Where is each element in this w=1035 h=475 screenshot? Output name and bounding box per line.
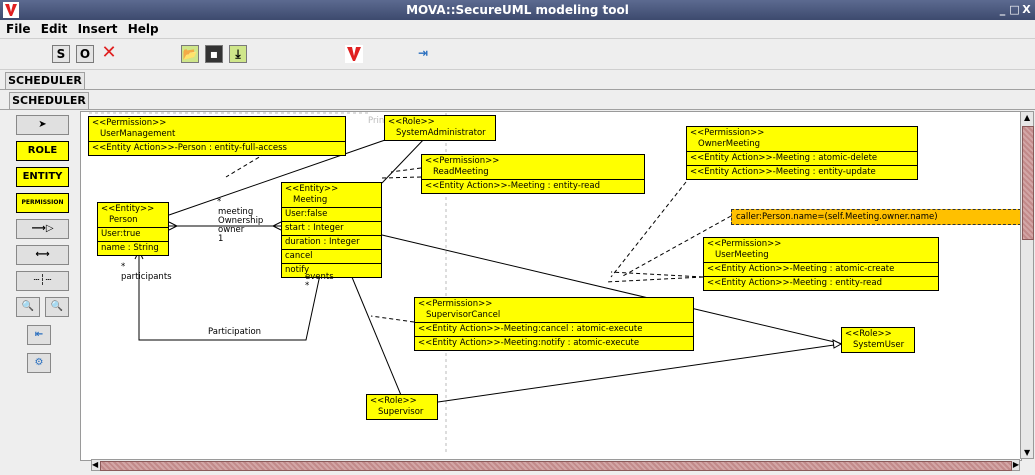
open-model-icon[interactable]: O — [76, 45, 94, 63]
properties-icon[interactable]: ⚙ — [27, 353, 51, 373]
permission-user-management[interactable]: <<Permission>> UserManagement <<Entity Ac… — [88, 116, 346, 156]
window-title: MOVA::SecureUML modeling tool — [406, 3, 629, 17]
box-row: <<Entity Action>>-Meeting : entity-read — [425, 181, 600, 191]
mova-logo-icon[interactable] — [345, 45, 363, 63]
scroll-right-icon[interactable]: ▶ — [1013, 460, 1019, 469]
minimize-button[interactable]: _ — [997, 3, 1009, 16]
association-arrow-icon[interactable]: ⟷ — [16, 245, 69, 265]
save-icon[interactable]: ▪ — [205, 45, 223, 63]
box-stereotype: <<Permission>> — [707, 239, 782, 249]
generalization-arrow-icon[interactable]: ⟶▷ — [16, 219, 69, 239]
toolbar: S O ✕ 📂 ▪ ⤓ ⇥ — [0, 39, 1035, 70]
tab-scheduler-inner[interactable]: SCHEDULER — [9, 92, 89, 109]
scroll-left-icon[interactable]: ◀ — [92, 460, 98, 469]
vertical-scroll-thumb[interactable] — [1022, 126, 1034, 240]
print-page-label: Prin — [368, 116, 385, 126]
menu-help[interactable]: Help — [128, 22, 159, 36]
link-sysadmin-meeting — [381, 136, 427, 184]
box-stereotype: <<Permission>> — [418, 299, 493, 309]
menu-edit[interactable]: Edit — [41, 22, 68, 36]
box-name: SystemUser — [853, 340, 905, 350]
entity-tool-button[interactable]: ENTITY — [16, 167, 69, 187]
box-name: Meeting — [293, 195, 328, 205]
select-pointer-icon[interactable]: ➤ — [16, 115, 69, 135]
save-model-icon[interactable]: S — [52, 45, 70, 63]
assoc-role-events: events — [305, 272, 334, 282]
tab-divider — [0, 89, 1035, 90]
box-row: <<Entity Action>>-Person : entity-full-a… — [92, 143, 287, 153]
diagram-canvas[interactable]: Prin <<Permission>> UserManagement <<Enti… — [80, 111, 1022, 461]
box-name: SupervisorCancel — [426, 310, 501, 320]
box-row: <<Entity Action>>-Meeting : atomic-creat… — [704, 263, 938, 277]
constraint-note[interactable]: caller:Person.name=(self.Meeting.owner.n… — [731, 209, 1021, 225]
role-tool-button[interactable]: ROLE — [16, 141, 69, 161]
box-row: <<Entity Action>>-Meeting : atomic-delet… — [687, 152, 917, 166]
tab-divider-inner — [0, 109, 1035, 110]
horizontal-scroll-thumb[interactable] — [100, 461, 1012, 471]
assoc-star: * — [305, 281, 310, 291]
tab-scheduler-outer[interactable]: SCHEDULER — [5, 72, 85, 89]
import-door-icon[interactable]: ⇤ — [27, 325, 51, 345]
box-row: <<Entity Action>>-Meeting : entity-updat… — [690, 167, 876, 177]
horizontal-scrollbar[interactable]: ◀ ▶ — [91, 459, 1020, 471]
box-row: <<Entity Action>>-Meeting : entity-read — [707, 278, 882, 288]
assoc-role-participants: participants — [121, 272, 172, 282]
box-row: <<Entity Action>>-Meeting:cancel : atomi… — [415, 323, 693, 337]
permission-read-meeting[interactable]: <<Permission>> ReadMeeting <<Entity Actio… — [421, 154, 645, 194]
permission-supervisor-cancel[interactable]: <<Permission>> SupervisorCancel <<Entity … — [414, 297, 694, 351]
menu-file[interactable]: File — [6, 22, 31, 36]
role-system-administrator[interactable]: <<Role>> SystemAdministrator — [384, 115, 496, 141]
box-stereotype: <<Entity>> — [285, 184, 339, 194]
title-bar: MOVA::SecureUML modeling tool _ □ X — [0, 0, 1035, 20]
box-name: SystemAdministrator — [396, 128, 486, 138]
box-name: Supervisor — [378, 407, 424, 417]
box-stereotype: <<Role>> — [845, 329, 892, 339]
assoc-name-participation: Participation — [208, 327, 262, 337]
box-row: start : Integer — [282, 222, 381, 236]
close-window-button[interactable]: X — [1021, 3, 1033, 16]
box-row: duration : Integer — [282, 236, 381, 250]
role-supervisor[interactable]: <<Role>> Supervisor — [366, 394, 438, 420]
box-name: ReadMeeting — [433, 167, 489, 177]
menu-insert[interactable]: Insert — [78, 22, 118, 36]
box-stereotype: <<Permission>> — [92, 118, 167, 128]
scroll-up-icon[interactable]: ▲ — [1024, 113, 1030, 122]
box-name: UserMeeting — [715, 250, 769, 260]
entity-meeting[interactable]: <<Entity>> Meeting User:false start : Int… — [281, 182, 382, 278]
scroll-down-icon[interactable]: ▼ — [1024, 448, 1030, 457]
box-stereotype: <<Permission>> — [690, 128, 765, 138]
exit-door-icon[interactable]: ⇥ — [414, 45, 432, 63]
box-stereotype: <<Entity>> — [101, 204, 155, 214]
vertical-scrollbar[interactable]: ▲ ▼ — [1020, 111, 1034, 459]
maximize-button[interactable]: □ — [1009, 3, 1021, 16]
zoom-in-icon[interactable]: 🔍 — [16, 297, 40, 317]
permission-owner-meeting[interactable]: <<Permission>> OwnerMeeting <<Entity Acti… — [686, 126, 918, 180]
menu-bar: File Edit Insert Help — [0, 20, 1035, 39]
assoc-star: * — [121, 262, 126, 272]
zoom-out-icon[interactable]: 🔍 — [45, 297, 69, 317]
entity-person[interactable]: <<Entity>> Person User:true name : String — [97, 202, 169, 256]
permission-tool-button[interactable]: PERMISSION — [16, 193, 69, 213]
box-row: User:false — [282, 208, 381, 222]
box-stereotype: <<Permission>> — [425, 156, 500, 166]
box-stereotype: <<Role>> — [370, 396, 417, 406]
assoc-star: * — [217, 197, 222, 207]
box-name: Person — [109, 215, 138, 225]
link-supervisor-meeting — [348, 269, 404, 401]
delete-icon[interactable]: ✕ — [100, 44, 118, 63]
open-folder-icon[interactable]: 📂 — [181, 45, 199, 63]
box-row: name : String — [101, 243, 159, 253]
link-supervisor-systemuser — [437, 343, 842, 403]
box-name: OwnerMeeting — [698, 139, 761, 149]
dashed-link-icon[interactable]: ┄┆┄ — [16, 271, 69, 291]
box-row: <<Entity Action>>-Meeting:notify : atomi… — [418, 338, 640, 348]
permission-user-meeting[interactable]: <<Permission>> UserMeeting <<Entity Actio… — [703, 237, 939, 291]
box-row: User:true — [98, 228, 168, 242]
box-stereotype: <<Role>> — [388, 117, 435, 127]
assoc-mult: 1 — [218, 234, 224, 244]
role-system-user[interactable]: <<Role>> SystemUser — [841, 327, 915, 353]
box-row: cancel — [282, 250, 381, 264]
box-name: UserManagement — [100, 129, 176, 139]
export-icon[interactable]: ⤓ — [229, 45, 247, 63]
